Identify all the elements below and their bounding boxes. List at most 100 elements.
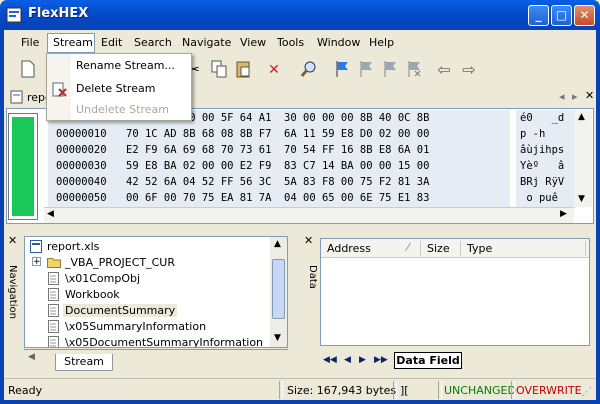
close-button[interactable]: ✕ [574, 5, 595, 26]
ascii-row: Yèº â [520, 160, 565, 172]
tab-close-icon[interactable]: ✕ [585, 89, 594, 102]
menu-file[interactable]: File [21, 36, 39, 49]
folder-icon [47, 256, 61, 269]
find-icon[interactable] [299, 60, 319, 80]
column-divider[interactable] [460, 241, 461, 256]
tree-label: _VBA_PROJECT_CUR [65, 256, 175, 269]
file-size: Size: 167,943 bytes [287, 384, 397, 397]
paste-icon[interactable] [233, 60, 253, 80]
window-frame-right [596, 30, 600, 404]
next-tab-icon[interactable]: ▶ [359, 355, 366, 365]
menu-search[interactable]: Search [134, 36, 172, 49]
menu-tools[interactable]: Tools [277, 36, 304, 49]
scroll-thumb[interactable] [272, 259, 285, 319]
ascii-row: âùjihps [520, 144, 565, 156]
tree-label: \x01CompObj [65, 272, 141, 285]
window-title: FlexHEX [28, 6, 89, 21]
stream-menu-dropdown: Rename Stream... Delete Stream Undelete … [46, 53, 192, 121]
data-side-label: Data [307, 265, 318, 289]
tab-scroll-right-icon[interactable]: ▸ [572, 90, 578, 103]
window-frame-bottom [0, 400, 600, 404]
bookmark-flag-icon[interactable] [332, 60, 352, 80]
next-bookmark-icon[interactable] [380, 60, 400, 80]
scroll-right-icon[interactable]: ▶ [560, 209, 567, 219]
menu-edit[interactable]: Edit [101, 36, 122, 49]
copy-icon[interactable] [209, 60, 229, 80]
tree-item[interactable]: \x05SummaryInformation [25, 319, 285, 335]
menu-window[interactable]: Window [317, 36, 360, 49]
status-separator [279, 381, 283, 399]
back-arrow-icon[interactable]: ⇦ [434, 60, 454, 80]
title-bar[interactable] [0, 0, 600, 30]
data-close-icon[interactable]: ✕ [304, 234, 313, 247]
delete-icon[interactable]: ✕ [264, 60, 284, 80]
tree-item-selected[interactable]: DocumentSummary [25, 303, 285, 319]
hex-horizontal-scrollbar[interactable]: ◀ ▶ [44, 207, 574, 223]
tab-data-field[interactable]: Data Field [394, 352, 462, 369]
ascii-row: é0 _d [520, 112, 565, 124]
data-tab-strip: ◀◀ ◀ ▶ ▶▶ Data Field [320, 352, 480, 370]
column-divider[interactable] [585, 241, 586, 256]
tree-label: Workbook [65, 288, 120, 301]
scroll-down-icon[interactable]: ▼ [274, 333, 281, 343]
ascii-view[interactable]: é0 _d p -­h ­ âùjihps Yèº â BRj RÿV o pu… [516, 110, 576, 208]
clear-bookmarks-icon[interactable] [404, 60, 424, 80]
tree-item[interactable]: \x05DocumentSummaryInformation [25, 335, 285, 347]
minimize-button[interactable]: _ [528, 5, 549, 26]
last-tab-icon[interactable]: ▶▶ [374, 355, 388, 365]
status-separator [438, 381, 442, 399]
prev-bookmark-icon[interactable] [356, 60, 376, 80]
tree-label: \x05SummaryInformation [65, 320, 207, 333]
hex-offset: 00000030 [56, 160, 107, 172]
hex-bytes: 00 6F 00 70 75 EA 81 7A 04 00 65 00 6E 7… [126, 192, 430, 204]
stream-icon [48, 304, 60, 317]
scroll-down-icon[interactable]: ▼ [578, 194, 585, 204]
column-size[interactable]: Size [427, 242, 450, 255]
scroll-left-icon[interactable]: ◀ [47, 209, 54, 219]
hex-bytes: 59 E8 BA 02 00 00 E2 F9 83 C7 14 BA 00 0… [126, 160, 430, 172]
tree-vertical-scrollbar[interactable]: ▲ ▼ [270, 236, 288, 348]
file-icon [30, 240, 42, 253]
menu-item-delete-stream[interactable]: Delete Stream [76, 82, 155, 95]
maximize-button[interactable]: □ [551, 5, 572, 26]
window-frame-left [0, 30, 4, 404]
tab-scroll-left-icon[interactable]: ◀ [28, 352, 35, 362]
hex-bytes: 42 52 6A 04 52 FF 56 3C 5A 83 F8 00 75 F… [126, 176, 430, 188]
hex-vertical-scrollbar[interactable]: ▲ ▼ [574, 110, 592, 207]
menu-stream[interactable]: Stream [53, 36, 93, 49]
menu-navigate[interactable]: Navigate [182, 36, 231, 49]
status-separator [511, 381, 515, 399]
navigation-close-icon[interactable]: ✕ [8, 234, 17, 247]
tree-expander[interactable]: + [32, 257, 41, 267]
status-bar: Ready Size: 167,943 bytes ][ UNCHANGED O… [4, 378, 596, 400]
ascii-row: BRj RÿV [520, 176, 565, 188]
document-tab-icon [10, 90, 24, 107]
hex-bytes: 70 1C AD 8B 68 08 8B F7 6A 11 59 E8 D0 0… [126, 128, 430, 140]
tree-item[interactable]: Workbook [25, 287, 285, 303]
tree-item[interactable]: \x01CompObj [25, 271, 285, 287]
resize-grip-icon[interactable]: ⋰ [581, 385, 592, 398]
hex-offset: 00000050 [56, 192, 107, 204]
new-file-icon[interactable] [18, 60, 38, 80]
menu-help[interactable]: Help [369, 36, 394, 49]
tab-stream[interactable]: Stream [55, 354, 113, 371]
menu-item-rename-stream[interactable]: Rename Stream... [76, 59, 175, 72]
tab-scroll-left-icon[interactable]: ◂ [559, 90, 565, 103]
column-type[interactable]: Type [467, 242, 492, 255]
app-icon [6, 7, 22, 23]
tree-item[interactable]: + _VBA_PROJECT_CUR [25, 255, 285, 271]
tree-item-root[interactable]: report.xls [25, 239, 285, 255]
hex-byte-view[interactable]: 000000002F 00 38 00 00 5F 64 A1 30 00 00… [48, 110, 510, 208]
column-divider[interactable] [420, 241, 421, 256]
menu-view[interactable]: View [240, 36, 266, 49]
first-tab-icon[interactable]: ◀◀ [323, 355, 337, 365]
prev-tab-icon[interactable]: ◀ [344, 355, 351, 365]
edit-mode[interactable]: OVERWRITE [516, 382, 582, 399]
stream-tree[interactable]: report.xls + _VBA_PROJECT_CUR \x01CompOb… [24, 236, 288, 348]
scroll-up-icon[interactable]: ▲ [274, 239, 281, 249]
ascii-row: p -­h ­ [520, 128, 552, 140]
forward-arrow-icon[interactable]: ⇨ [459, 60, 479, 80]
column-address[interactable]: Address [327, 242, 371, 255]
stream-icon [48, 336, 60, 347]
scroll-up-icon[interactable]: ▲ [578, 112, 585, 122]
